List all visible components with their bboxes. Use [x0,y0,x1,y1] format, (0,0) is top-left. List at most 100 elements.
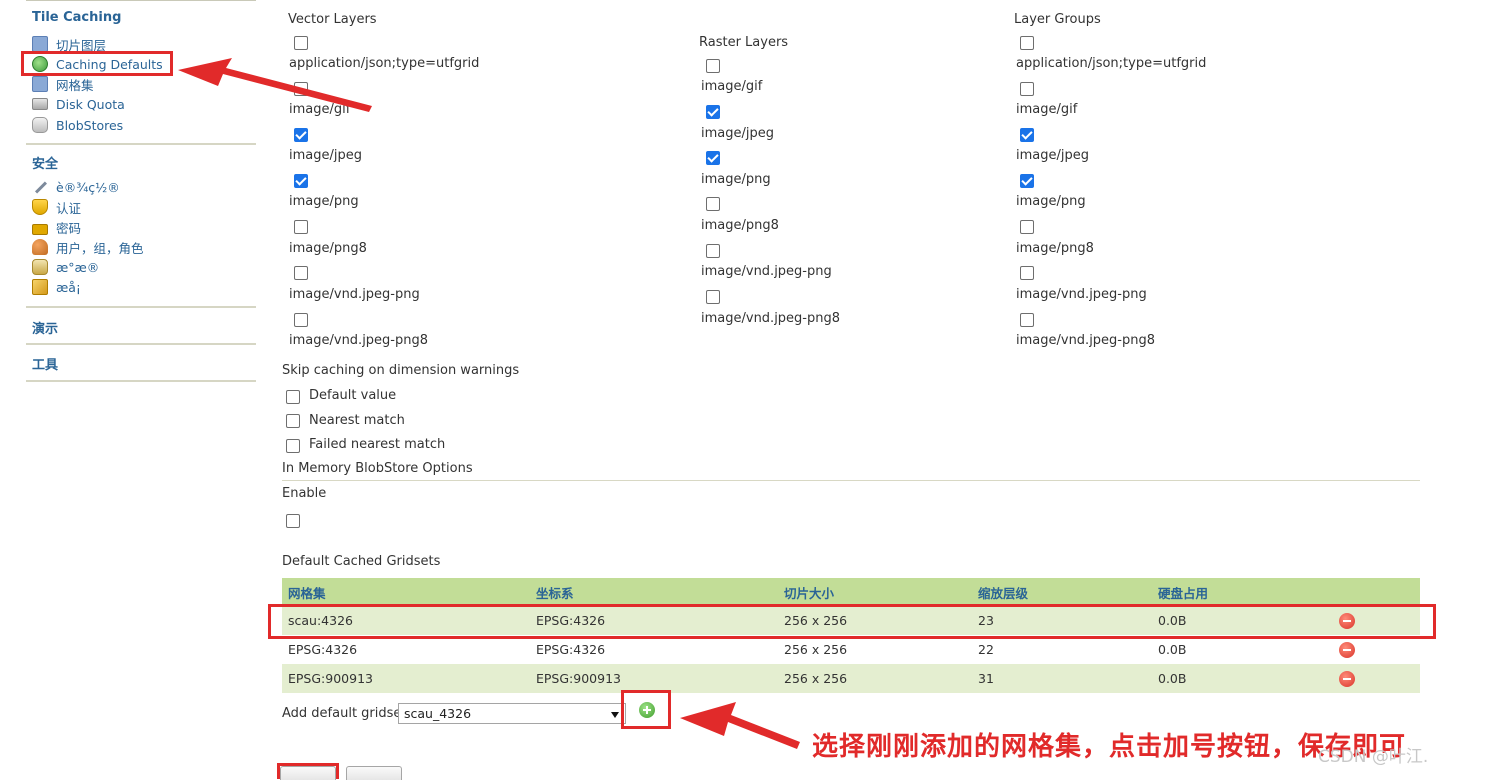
column-header: 网格集 [282,578,530,606]
failed-nearest-match-checkbox[interactable] [286,439,300,453]
sidebar-divider [26,143,256,145]
raster-format-label: image/vnd.jpeg-png8 [701,311,841,326]
section-divider [282,480,1420,481]
table-cell [1333,635,1420,664]
sidebar-divider [26,343,256,345]
vector-format-label: image/png [289,194,359,209]
sidebar-heading-tile-caching: Tile Caching [32,10,122,25]
vector-format-label: application/json;type=utfgrid [289,56,480,71]
watermark: CSDN @叶江. [1318,747,1429,767]
table-cell: EPSG:4326 [530,635,778,664]
group-format-label: image/vnd.jpeg-png8 [1016,333,1156,348]
sidebar-item-disk-quota[interactable]: Disk Quota [32,95,125,113]
remove-icon[interactable] [1339,670,1355,687]
add-gridset-label: Add default gridset [282,706,407,721]
vector-format-label: image/vnd.jpeg-png [289,287,420,302]
sidebar-item-label: 密码 [56,220,82,236]
group-format-checkbox[interactable] [1020,174,1034,188]
enable-checkbox[interactable] [286,514,300,528]
sidebar-item-blobstores[interactable]: BlobStores [32,116,123,134]
nearest-match-checkbox[interactable] [286,414,300,428]
cancel-button[interactable] [346,766,402,780]
default-value-label: Default value [309,388,397,403]
sidebar-heading-tools[interactable]: 工具 [26,354,58,373]
database-icon [32,117,48,133]
vector-format-checkbox[interactable] [294,266,308,280]
grid-icon [32,76,48,92]
raster-format-checkbox[interactable] [706,244,720,258]
highlight-box-caching-defaults [21,51,173,76]
vector-format-checkbox[interactable] [294,313,308,327]
group-format-checkbox[interactable] [1020,220,1034,234]
sidebar-divider [26,380,256,382]
edit-icon [32,279,48,295]
remove-icon[interactable] [1339,641,1355,658]
default-value-checkbox[interactable] [286,390,300,404]
sidebar-item-service-security[interactable]: æå¡ [32,278,81,296]
vector-format-label: image/png8 [289,241,367,256]
group-format-checkbox[interactable] [1020,313,1034,327]
sidebar-item-settings[interactable]: è®¾ç½® [32,178,120,196]
raster-format-checkbox[interactable] [706,197,720,211]
sidebar-item-label: 认证 [56,200,82,216]
vector-format-checkbox[interactable] [294,174,308,188]
table-cell: 0.0B [1152,635,1333,664]
sidebar-item-authentication[interactable]: 认证 [32,198,81,216]
group-format-label: application/json;type=utfgrid [1016,56,1207,71]
table-cell: 31 [972,664,1152,693]
raster-format-checkbox[interactable] [706,151,720,165]
vector-format-checkbox[interactable] [294,36,308,50]
table-cell: EPSG:4326 [282,635,530,664]
sidebar-item-data-security[interactable]: æ°æ® [32,258,99,276]
sidebar-item-passwords[interactable]: 密码 [32,218,81,236]
in-memory-title: In Memory BlobStore Options [282,461,473,476]
group-format-checkbox[interactable] [1020,36,1034,50]
grid-icon [32,36,48,52]
sidebar-item-label: æå¡ [56,279,81,295]
table-cell: 22 [972,635,1152,664]
column-header: 坐标系 [530,578,778,606]
gridset-select[interactable]: scau_4326 [398,703,626,724]
sidebar-item-label: æ°æ® [56,259,100,275]
highlight-box-add-button [621,690,671,729]
table-cell: 256 x 256 [778,635,972,664]
column-header [1333,578,1420,606]
group-format-checkbox[interactable] [1020,266,1034,280]
vector-layers-title: Vector Layers [288,12,377,27]
failed-nearest-match-label: Failed nearest match [309,437,446,452]
table-cell: EPSG:900913 [530,664,778,693]
raster-layers-title: Raster Layers [699,35,789,50]
raster-format-checkbox[interactable] [706,59,720,73]
sidebar-heading-demos[interactable]: 演示 [26,318,58,337]
raster-format-checkbox[interactable] [706,290,720,304]
vector-format-checkbox[interactable] [294,128,308,142]
sidebar-divider [26,306,256,308]
annotation-caption: 选择刚刚添加的网格集，点击加号按钮，保存即可 [812,732,1407,762]
wrench-icon [32,179,48,195]
vector-format-checkbox[interactable] [294,82,308,96]
sidebar-item-label: BlobStores [56,117,124,133]
group-format-label: image/jpeg [1016,148,1089,163]
highlight-box-new-gridset-row [268,604,1436,639]
group-format-label: image/vnd.jpeg-png [1016,287,1147,302]
disk-icon [32,98,48,110]
raster-format-checkbox[interactable] [706,105,720,119]
sidebar-item-users-groups-roles[interactable]: 用户，组，角色 [32,238,144,256]
table-cell: 0.0B [1152,664,1333,693]
sidebar-heading-security: 安全 [32,157,59,172]
vector-format-checkbox[interactable] [294,220,308,234]
column-header: 缩放层级 [972,578,1152,606]
enable-label: Enable [282,486,327,501]
table-cell [1333,664,1420,693]
sidebar-item-gridsets[interactable]: 网格集 [32,75,94,93]
vector-format-label: image/vnd.jpeg-png8 [289,333,429,348]
raster-format-label: image/png8 [701,218,779,233]
group-format-checkbox[interactable] [1020,82,1034,96]
table-cell: 256 x 256 [778,664,972,693]
sidebar-item-label: Disk Quota [56,96,125,112]
top-divider [26,0,256,1]
nearest-match-label: Nearest match [309,413,405,428]
group-format-checkbox[interactable] [1020,128,1034,142]
raster-format-label: image/vnd.jpeg-png [701,264,832,279]
users-icon [32,239,48,255]
